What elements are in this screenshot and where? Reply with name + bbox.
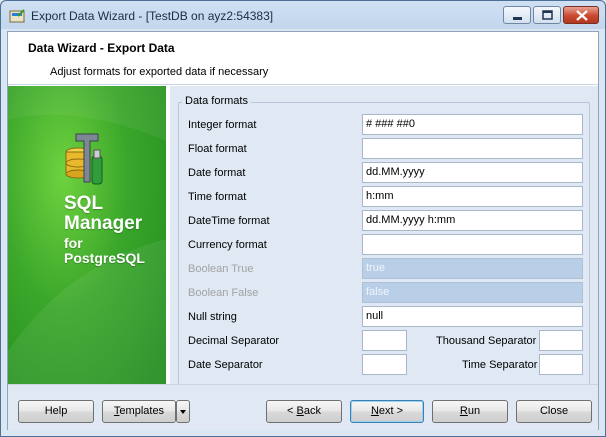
close-window-button[interactable] <box>563 6 599 24</box>
back-hotkey: B <box>296 405 304 417</box>
float-format-label: Float format <box>188 143 247 155</box>
app-wizard-icon <box>9 9 25 23</box>
next-button[interactable]: Next > <box>350 400 424 423</box>
decimal-separator-label: Decimal Separator <box>188 335 280 347</box>
maximize-icon <box>542 10 553 20</box>
close-button[interactable]: Close <box>516 400 592 423</box>
date-separator-input[interactable] <box>362 354 407 375</box>
maximize-button[interactable] <box>533 6 561 24</box>
boolean-true-label: Boolean True <box>188 263 254 275</box>
window-title: Export Data Wizard - [TestDB on ayz2:543… <box>31 9 274 23</box>
wizard-content: Data Wizard - Export Data Adjust formats… <box>7 31 599 430</box>
back-label: ack <box>303 405 321 417</box>
page-title: Data Wizard - Export Data <box>28 41 175 55</box>
formats-panel: Data formats Integer format # ### ##0 Fl… <box>170 86 598 386</box>
minimize-button[interactable] <box>503 6 531 24</box>
brand-line-4: PostgreSQL <box>64 250 145 266</box>
currency-format-label: Currency format <box>188 239 267 251</box>
time-format-input[interactable]: h:mm <box>362 186 583 207</box>
templates-dropdown-button[interactable] <box>176 400 190 423</box>
float-format-input[interactable] <box>362 138 583 159</box>
time-separator-input[interactable] <box>539 354 583 375</box>
brand-line-2: Manager <box>64 213 143 234</box>
run-label: un <box>467 405 481 417</box>
integer-format-label: Integer format <box>188 119 257 131</box>
run-hotkey: R <box>459 405 468 417</box>
title-bar[interactable]: Export Data Wizard - [TestDB on ayz2:543… <box>1 1 605 31</box>
page-subtitle: Adjust formats for exported data if nece… <box>50 66 269 78</box>
boolean-false-input: false <box>362 282 583 303</box>
templates-button[interactable]: Templates <box>102 400 176 423</box>
boolean-false-label: Boolean False <box>188 287 259 299</box>
next-label: ext > <box>378 405 404 417</box>
date-separator-label: Date Separator <box>188 359 263 371</box>
database-tools-icon <box>65 133 103 185</box>
brand-line-3: for <box>64 235 83 251</box>
integer-format-input[interactable]: # ### ##0 <box>362 114 583 135</box>
thousand-separator-input[interactable] <box>539 330 583 351</box>
time-format-label: Time format <box>188 191 247 203</box>
currency-format-input[interactable] <box>362 234 583 255</box>
null-string-input[interactable]: null <box>362 306 583 327</box>
back-button[interactable]: < Back <box>266 400 342 423</box>
time-separator-label: Time Separator <box>462 359 538 371</box>
datetime-format-input[interactable]: dd.MM.yyyy h:mm <box>362 210 583 231</box>
boolean-true-input: true <box>362 258 583 279</box>
group-label: Data formats <box>182 95 251 107</box>
product-logo-text: SQL Manager for PostgreSQL <box>64 194 145 265</box>
dropdown-arrow-icon <box>180 410 186 414</box>
run-button[interactable]: Run <box>432 400 508 423</box>
minimize-icon <box>513 17 522 20</box>
date-format-label: Date format <box>188 167 246 179</box>
thousand-separator-label: Thousand Separator <box>436 335 537 347</box>
back-prefix: < <box>287 405 297 417</box>
null-string-label: Null string <box>188 311 237 323</box>
datetime-format-label: DateTime format <box>188 215 270 227</box>
export-data-wizard-window: Export Data Wizard - [TestDB on ayz2:543… <box>0 0 606 437</box>
date-format-input[interactable]: dd.MM.yyyy <box>362 162 583 183</box>
wizard-header: Data Wizard - Export Data Adjust formats… <box>8 32 598 85</box>
wizard-footer: Help Templates < Back Next > Run Close <box>8 384 598 430</box>
close-icon <box>576 10 588 21</box>
decimal-separator-input[interactable] <box>362 330 407 351</box>
next-hotkey: N <box>370 405 379 417</box>
help-button[interactable]: Help <box>18 400 94 423</box>
brand-line-1: SQL <box>64 193 104 214</box>
brand-sidebar: SQL Manager for PostgreSQL <box>8 86 166 384</box>
templates-label: emplates <box>119 405 165 417</box>
